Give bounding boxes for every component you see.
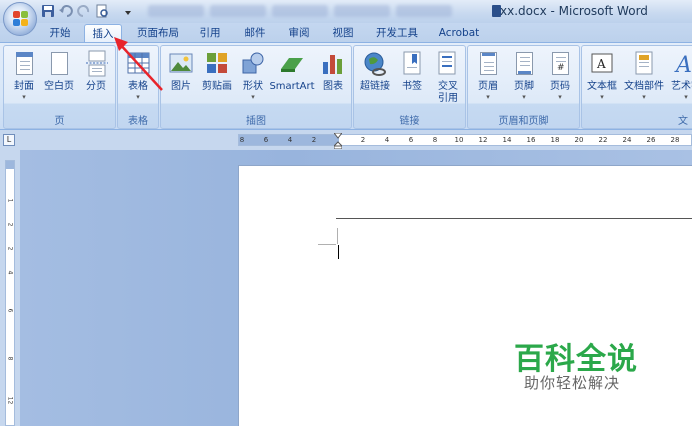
footer-button[interactable]: 页脚 ▾: [504, 50, 544, 110]
cover-page-icon: [10, 50, 38, 78]
hyperlink-icon: [361, 50, 389, 78]
group-links: 超链接 书签 交叉 引用 链接: [353, 45, 466, 129]
dropdown-arrow-icon: ▾: [22, 93, 26, 101]
shapes-icon: [239, 50, 267, 78]
smartart-button[interactable]: SmartArt: [269, 50, 315, 110]
text-cursor: [338, 245, 339, 259]
header-divider-line: [336, 218, 692, 219]
clip-art-icon: [203, 50, 231, 78]
blurred-taskbar-items: [148, 5, 452, 17]
redo-icon[interactable]: [76, 3, 92, 19]
blank-page-icon: [45, 50, 73, 78]
margin-crop-mark: [337, 228, 338, 244]
dropdown-arrow-icon: ▾: [642, 93, 646, 101]
tab-mailings[interactable]: 邮件: [237, 24, 273, 42]
footer-icon: [510, 50, 538, 78]
page-number-button[interactable]: # 页码 ▾: [540, 50, 580, 110]
chart-button[interactable]: 图表: [313, 50, 353, 110]
window-title: xx.docx - Microsoft Word: [500, 4, 648, 18]
office-logo-icon: [13, 11, 29, 27]
indent-marker-icon[interactable]: [334, 133, 342, 149]
group-label-header-footer: 页眉和页脚: [498, 116, 549, 127]
text-box-icon: A: [588, 50, 616, 78]
print-preview-icon[interactable]: [94, 3, 110, 19]
ruler-strip[interactable]: 8 6 4 2 2 4 6 8 10 12 14 16 18 20 22 24 …: [238, 134, 692, 146]
vertical-ruler: 1 2 2 4 6 8 12: [0, 150, 20, 426]
header-icon: [474, 50, 502, 78]
office-button[interactable]: [3, 2, 37, 36]
save-icon[interactable]: [40, 3, 56, 19]
chart-icon: [319, 50, 347, 78]
quick-access-toolbar: [40, 3, 136, 19]
group-label-tables: 表格: [128, 116, 148, 127]
svg-text:A: A: [674, 53, 692, 78]
tab-references[interactable]: 引用: [192, 24, 228, 42]
cross-reference-button[interactable]: 交叉 引用: [428, 50, 468, 110]
text-box-button[interactable]: A 文本框 ▾: [582, 50, 622, 110]
title-bar: xx.docx - Microsoft Word: [0, 0, 692, 23]
wordart-icon: A: [672, 50, 692, 78]
bookmark-button[interactable]: 书签: [392, 50, 432, 110]
cover-page-button[interactable]: 封面 ▾: [4, 50, 44, 110]
tab-review[interactable]: 审阅: [281, 24, 317, 42]
shapes-button[interactable]: 形状 ▾: [233, 50, 273, 110]
dropdown-arrow-icon: ▾: [684, 93, 688, 101]
tab-acrobat[interactable]: Acrobat: [432, 24, 486, 42]
dropdown-arrow-icon: ▾: [251, 93, 255, 101]
smartart-icon: [278, 50, 306, 78]
document-page[interactable]: [238, 165, 692, 426]
tab-view[interactable]: 视图: [325, 24, 361, 42]
dropdown-arrow-icon: ▾: [558, 93, 562, 101]
group-label-pages: 页: [54, 116, 65, 127]
vertical-ruler-strip[interactable]: 1 2 2 4 6 8 12: [5, 160, 15, 426]
bookmark-icon: [398, 50, 426, 78]
group-illustrations: 图片 剪贴画 形状 ▾ SmartArt 图表 插图: [160, 45, 352, 129]
group-text: A 文本框 ▾ 文档部件 ▾ A 艺术字 ▾ 文: [581, 45, 692, 129]
customize-qat-icon[interactable]: [120, 3, 136, 19]
page-number-icon: #: [546, 50, 574, 78]
cross-reference-icon: [434, 50, 462, 78]
tab-selector[interactable]: L: [3, 134, 15, 146]
tab-developer[interactable]: 开发工具: [369, 24, 425, 42]
annotation-arrow-icon: [114, 37, 163, 91]
group-label-links: 链接: [399, 116, 420, 127]
dropdown-arrow-icon: ▾: [522, 93, 526, 101]
svg-text:A: A: [596, 57, 606, 71]
quick-parts-button[interactable]: 文档部件 ▾: [622, 50, 666, 110]
margin-crop-mark: [318, 244, 336, 245]
group-label-illustrations: 插图: [246, 116, 266, 127]
dropdown-arrow-icon: ▾: [486, 93, 490, 101]
watermark-subtitle: 助你轻松解决: [524, 374, 621, 392]
group-label-text: 文: [678, 116, 688, 127]
header-button[interactable]: 页眉 ▾: [468, 50, 508, 110]
dropdown-arrow-icon: ▾: [600, 93, 604, 101]
wordart-button[interactable]: A 艺术字 ▾: [666, 50, 692, 110]
group-header-footer: 页眉 ▾ 页脚 ▾ # 页码 ▾ 页眉和页脚: [467, 45, 580, 129]
hyperlink-button[interactable]: 超链接: [354, 50, 396, 110]
blank-page-button[interactable]: 空白页: [40, 50, 78, 110]
horizontal-ruler: L 8 6 4 2 2 4 6 8 10 12 14 16 18 20 22 2…: [0, 130, 692, 150]
tab-home[interactable]: 开始: [40, 24, 80, 42]
undo-icon[interactable]: [58, 3, 74, 19]
quick-parts-icon: [630, 50, 658, 78]
